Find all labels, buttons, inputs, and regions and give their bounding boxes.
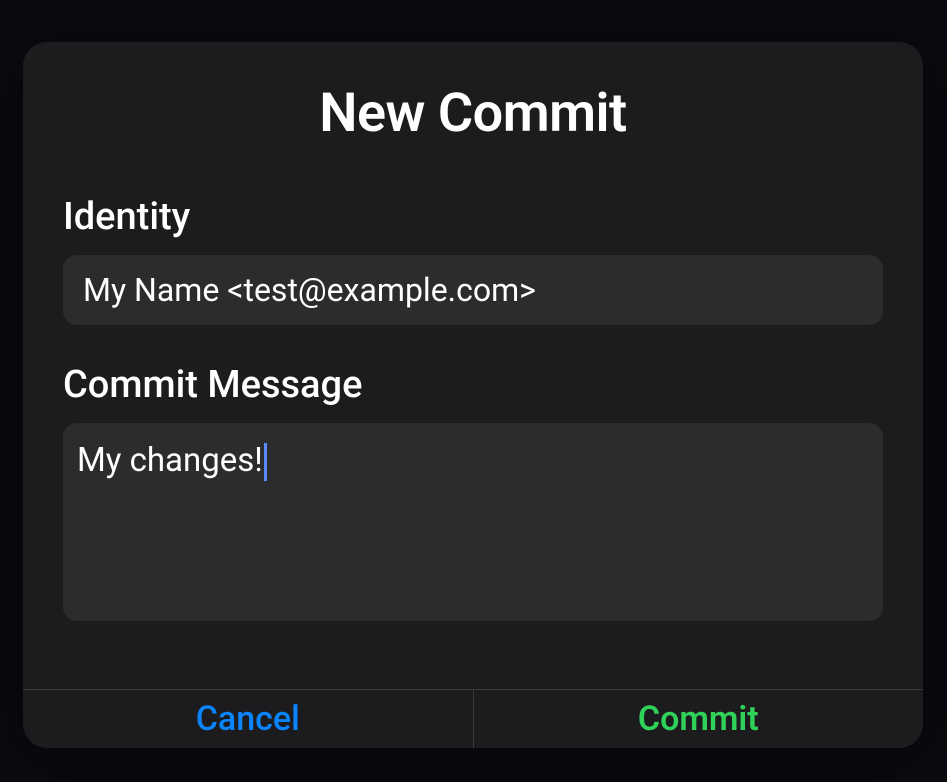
identity-field-group: Identity [63, 195, 883, 325]
commit-message-field-group: Commit Message My changes! [63, 363, 883, 621]
dialog-footer: Cancel Commit [23, 689, 923, 748]
identity-input[interactable] [63, 255, 883, 325]
commit-message-input[interactable]: My changes! [63, 423, 883, 621]
commit-message-text: My changes! [77, 441, 263, 480]
cancel-button[interactable]: Cancel [23, 690, 474, 748]
commit-button[interactable]: Commit [474, 690, 924, 748]
identity-label: Identity [63, 195, 883, 239]
dialog-body: New Commit Identity Commit Message My ch… [23, 42, 923, 689]
commit-message-wrapper: My changes! [63, 423, 883, 621]
commit-message-label: Commit Message [63, 363, 883, 407]
new-commit-dialog: New Commit Identity Commit Message My ch… [23, 42, 923, 748]
dialog-title: New Commit [63, 82, 883, 145]
text-cursor [264, 443, 267, 481]
